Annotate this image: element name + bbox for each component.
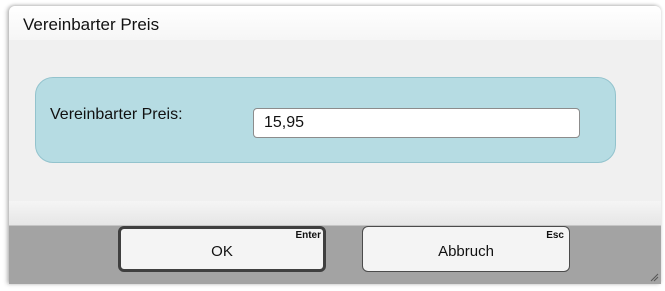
dialog-titlebar[interactable]: Vereinbarter Preis xyxy=(9,6,661,40)
price-panel: Vereinbarter Preis: xyxy=(35,77,616,163)
ok-button[interactable]: OK Enter xyxy=(118,226,326,272)
price-input[interactable] xyxy=(253,108,580,138)
cancel-button[interactable]: Abbruch Esc xyxy=(362,226,570,272)
ok-button-label: OK xyxy=(211,243,233,260)
price-label: Vereinbarter Preis: xyxy=(50,106,183,123)
dialog-title: Vereinbarter Preis xyxy=(23,15,160,34)
price-dialog: Vereinbarter Preis Vereinbarter Preis: O… xyxy=(9,6,661,284)
ok-shortcut-hint: Enter xyxy=(295,230,321,241)
cancel-button-label: Abbruch xyxy=(438,243,494,260)
resize-grip-icon[interactable] xyxy=(649,272,659,282)
cancel-shortcut-hint: Esc xyxy=(546,230,564,241)
